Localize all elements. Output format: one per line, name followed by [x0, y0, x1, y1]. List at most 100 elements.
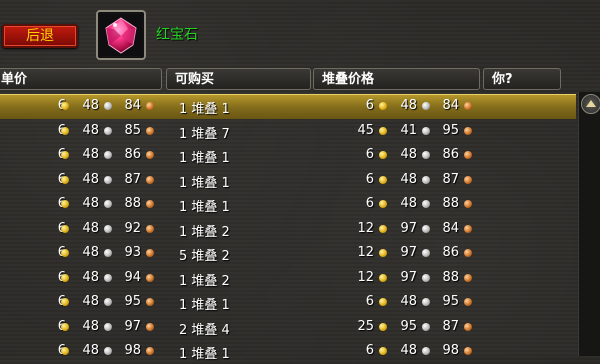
available-quantity: 1 堆叠 1 [179, 151, 230, 166]
unit-price-copper: 94 [124, 269, 141, 285]
gold-coin-icon [61, 347, 69, 355]
gold-coin-icon [61, 273, 69, 282]
gold-coin-icon [61, 224, 69, 233]
gold-coin-icon [61, 102, 69, 110]
list-item[interactable]: 648861 堆叠 164886 [0, 143, 576, 168]
scroll-up-button[interactable] [581, 94, 600, 114]
unit-price-silver: 48 [82, 245, 99, 260]
stack-price-copper: 88 [442, 196, 459, 211]
list-item[interactable]: 648951 堆叠 164895 [0, 290, 576, 315]
available-quantity: 2 堆叠 4 [179, 322, 230, 338]
unit-price-silver: 48 [82, 220, 99, 236]
copper-coin-icon [146, 347, 154, 355]
list-item[interactable]: 648851 堆叠 7454195 [0, 119, 576, 144]
unit-price-copper: 93 [124, 245, 141, 260]
unit-price-copper: 95 [124, 294, 141, 309]
top-bar: 后退 红宝石 [0, 0, 600, 66]
item-name: 红宝石 [156, 27, 198, 43]
unit-price-copper: 87 [124, 171, 141, 187]
list-item[interactable]: 648981 堆叠 164898 [0, 339, 576, 364]
gold-coin-icon [379, 175, 387, 184]
copper-coin-icon [146, 200, 154, 208]
stack-price-silver: 48 [400, 147, 417, 162]
gold-coin-icon [379, 151, 387, 159]
stack-price-silver: 48 [400, 294, 417, 309]
stack-price-gold: 6 [365, 294, 374, 309]
header-you[interactable]: 你? [483, 68, 561, 90]
ruby-gem-icon [100, 14, 142, 56]
copper-coin-icon [146, 102, 154, 110]
stack-price-copper: 86 [442, 245, 459, 260]
header-unit-price[interactable]: 单价 [0, 68, 162, 90]
item-icon-slot[interactable] [96, 10, 146, 60]
stack-price-copper: 87 [442, 318, 459, 334]
header-available[interactable]: 可购买 [166, 68, 311, 90]
unit-price-silver: 48 [82, 269, 99, 285]
list-item[interactable]: 648921 堆叠 2129784 [0, 217, 576, 242]
gold-coin-icon [61, 249, 69, 257]
copper-coin-icon [464, 249, 472, 257]
copper-coin-icon [464, 175, 472, 184]
stack-price-copper: 88 [442, 269, 459, 285]
copper-coin-icon [146, 175, 154, 184]
gold-coin-icon [61, 322, 69, 331]
copper-coin-icon [464, 224, 472, 233]
stack-price-gold: 12 [357, 269, 374, 285]
unit-price-copper: 88 [124, 196, 141, 211]
gold-coin-icon [379, 347, 387, 355]
copper-coin-icon [146, 224, 154, 233]
available-quantity: 5 堆叠 2 [179, 249, 230, 264]
stack-price-copper: 87 [442, 171, 459, 187]
copper-coin-icon [464, 200, 472, 208]
available-quantity: 1 堆叠 1 [179, 200, 230, 215]
list-item[interactable]: 648972 堆叠 4259587 [0, 315, 576, 340]
list-item[interactable]: 648841 堆叠 164884 [0, 94, 576, 119]
stack-price-gold: 6 [365, 171, 374, 187]
stack-price-gold: 12 [357, 220, 374, 236]
copper-coin-icon [146, 273, 154, 282]
header-stack-price[interactable]: 堆叠价格 [313, 68, 480, 90]
list-item[interactable]: 648935 堆叠 2129786 [0, 241, 576, 266]
auction-list: 6 48 84 1 堆叠 1 6 48 84 6 48 85 1 堆叠 7 45 41 95 6 48 86 1 … [0, 94, 576, 364]
stack-price-silver: 95 [400, 318, 417, 334]
copper-coin-icon [146, 298, 154, 306]
stack-price-gold: 45 [357, 122, 374, 138]
available-quantity: 1 堆叠 1 [179, 175, 230, 191]
list-item[interactable]: 648871 堆叠 164887 [0, 168, 576, 193]
unit-price-copper: 85 [124, 122, 141, 138]
gold-coin-icon [61, 126, 69, 135]
available-quantity: 1 堆叠 1 [179, 298, 230, 313]
stack-price-gold: 6 [365, 147, 374, 162]
stack-price-silver: 97 [400, 269, 417, 285]
stack-price-silver: 41 [400, 122, 417, 138]
list-item[interactable]: 648881 堆叠 164888 [0, 192, 576, 217]
available-quantity: 1 堆叠 1 [179, 102, 230, 117]
copper-coin-icon [464, 347, 472, 355]
available-quantity: 1 堆叠 7 [179, 126, 230, 142]
stack-price-copper: 84 [442, 220, 459, 236]
unit-price-silver: 48 [82, 171, 99, 187]
scrollbar[interactable] [578, 92, 600, 356]
gold-coin-icon [379, 249, 387, 257]
unit-price-silver: 48 [82, 318, 99, 334]
list-item[interactable]: 648941 堆叠 2129788 [0, 266, 576, 291]
gold-coin-icon [61, 200, 69, 208]
stack-price-silver: 97 [400, 220, 417, 236]
back-button[interactable]: 后退 [2, 24, 78, 48]
scroll-up-arrow-icon [586, 100, 596, 107]
copper-coin-icon [464, 322, 472, 331]
available-quantity: 1 堆叠 2 [179, 273, 230, 289]
stack-price-gold: 25 [357, 318, 374, 334]
stack-price-copper: 95 [442, 122, 459, 138]
gold-coin-icon [379, 298, 387, 306]
gold-coin-icon [379, 273, 387, 282]
gold-coin-icon [379, 200, 387, 208]
unit-price-silver: 48 [82, 98, 99, 113]
stack-price-silver: 48 [400, 98, 417, 113]
copper-coin-icon [464, 298, 472, 306]
gold-coin-icon [61, 298, 69, 306]
copper-coin-icon [146, 151, 154, 159]
stack-price-gold: 12 [357, 245, 374, 260]
copper-coin-icon [464, 126, 472, 135]
unit-price-silver: 48 [82, 294, 99, 309]
